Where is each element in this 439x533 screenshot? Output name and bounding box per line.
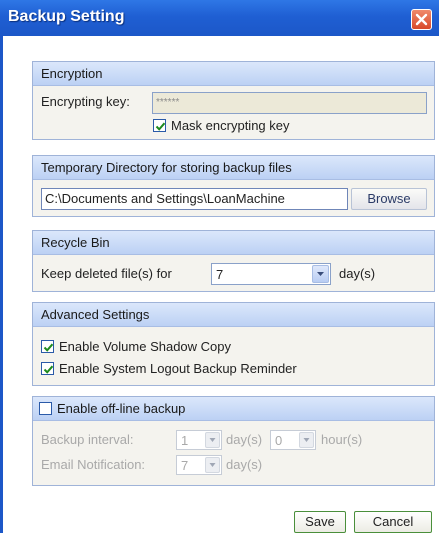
offline-backup-panel: Enable off-line backup Backup interval: … xyxy=(32,396,435,486)
logout-reminder-label: Enable System Logout Backup Reminder xyxy=(59,361,297,376)
recycle-bin-panel: Recycle Bin Keep deleted file(s) for 7 d… xyxy=(32,230,435,292)
keep-deleted-label: Keep deleted file(s) for xyxy=(41,266,172,281)
advanced-settings-panel: Advanced Settings Enable Volume Shadow C… xyxy=(32,302,435,386)
encrypting-key-input[interactable]: ****** xyxy=(152,92,427,114)
chevron-down-icon xyxy=(209,463,216,467)
interval-days-select[interactable]: 1 xyxy=(176,430,222,450)
title-bar: Backup Setting xyxy=(0,0,439,36)
dropdown-arrow-icon[interactable] xyxy=(205,432,220,448)
chevron-down-icon xyxy=(209,438,216,442)
interval-days-value: 1 xyxy=(181,433,189,448)
keep-days-value: 7 xyxy=(216,267,224,282)
close-x-icon xyxy=(415,13,428,26)
browse-button[interactable]: Browse xyxy=(351,188,427,210)
interval-hours-select[interactable]: 0 xyxy=(270,430,316,450)
dialog-body: Encryption Encrypting key: ****** Mask e… xyxy=(3,36,439,533)
advanced-settings-header: Advanced Settings xyxy=(33,303,434,327)
mask-key-label: Mask encrypting key xyxy=(171,118,290,133)
cancel-button[interactable]: Cancel xyxy=(354,511,432,533)
logout-reminder-checkbox[interactable] xyxy=(41,362,54,375)
close-button[interactable] xyxy=(411,9,432,30)
recycle-bin-header: Recycle Bin xyxy=(33,231,434,255)
backup-interval-label: Backup interval: xyxy=(41,432,134,447)
keep-days-unit: day(s) xyxy=(339,266,376,281)
email-days-unit: day(s) xyxy=(226,457,263,472)
logout-reminder-row[interactable]: Enable System Logout Backup Reminder xyxy=(41,361,297,376)
encrypting-key-label-text: Encrypting key: xyxy=(41,94,130,109)
email-days-value: 7 xyxy=(181,458,189,473)
interval-hours-unit: hour(s) xyxy=(321,432,363,447)
dropdown-arrow-icon[interactable] xyxy=(205,457,220,473)
encrypting-key-label: Encrypting key: xyxy=(41,94,130,109)
interval-days-unit: day(s) xyxy=(226,432,263,447)
offline-backup-header[interactable]: Enable off-line backup xyxy=(33,397,434,421)
temp-directory-panel: Temporary Directory for storing backup f… xyxy=(32,155,435,217)
checkmark-icon xyxy=(155,122,166,131)
dropdown-arrow-icon[interactable] xyxy=(299,432,314,448)
dropdown-arrow-icon[interactable] xyxy=(312,265,329,283)
chevron-down-icon xyxy=(317,272,324,276)
shadow-copy-checkbox[interactable] xyxy=(41,340,54,353)
keep-days-select[interactable]: 7 xyxy=(211,263,331,285)
mask-key-checkbox-row[interactable]: Mask encrypting key xyxy=(153,118,290,133)
chevron-down-icon xyxy=(303,438,310,442)
temp-directory-header: Temporary Directory for storing backup f… xyxy=(33,156,434,180)
email-days-select[interactable]: 7 xyxy=(176,455,222,475)
shadow-copy-row[interactable]: Enable Volume Shadow Copy xyxy=(41,339,231,354)
temp-directory-input[interactable]: C:\Documents and Settings\LoanMachine xyxy=(41,188,348,210)
checkmark-icon xyxy=(43,365,54,374)
email-notification-label: Email Notification: xyxy=(41,457,146,472)
encryption-header: Encryption xyxy=(33,62,434,86)
checkmark-icon xyxy=(43,343,54,352)
encryption-panel: Encryption Encrypting key: ****** Mask e… xyxy=(32,61,435,140)
offline-backup-label: Enable off-line backup xyxy=(57,401,186,416)
mask-key-checkbox[interactable] xyxy=(153,119,166,132)
window-title: Backup Setting xyxy=(8,8,125,25)
save-button[interactable]: Save xyxy=(294,511,346,533)
offline-backup-checkbox[interactable] xyxy=(39,402,52,415)
shadow-copy-label: Enable Volume Shadow Copy xyxy=(59,339,232,354)
interval-hours-value: 0 xyxy=(275,433,283,448)
